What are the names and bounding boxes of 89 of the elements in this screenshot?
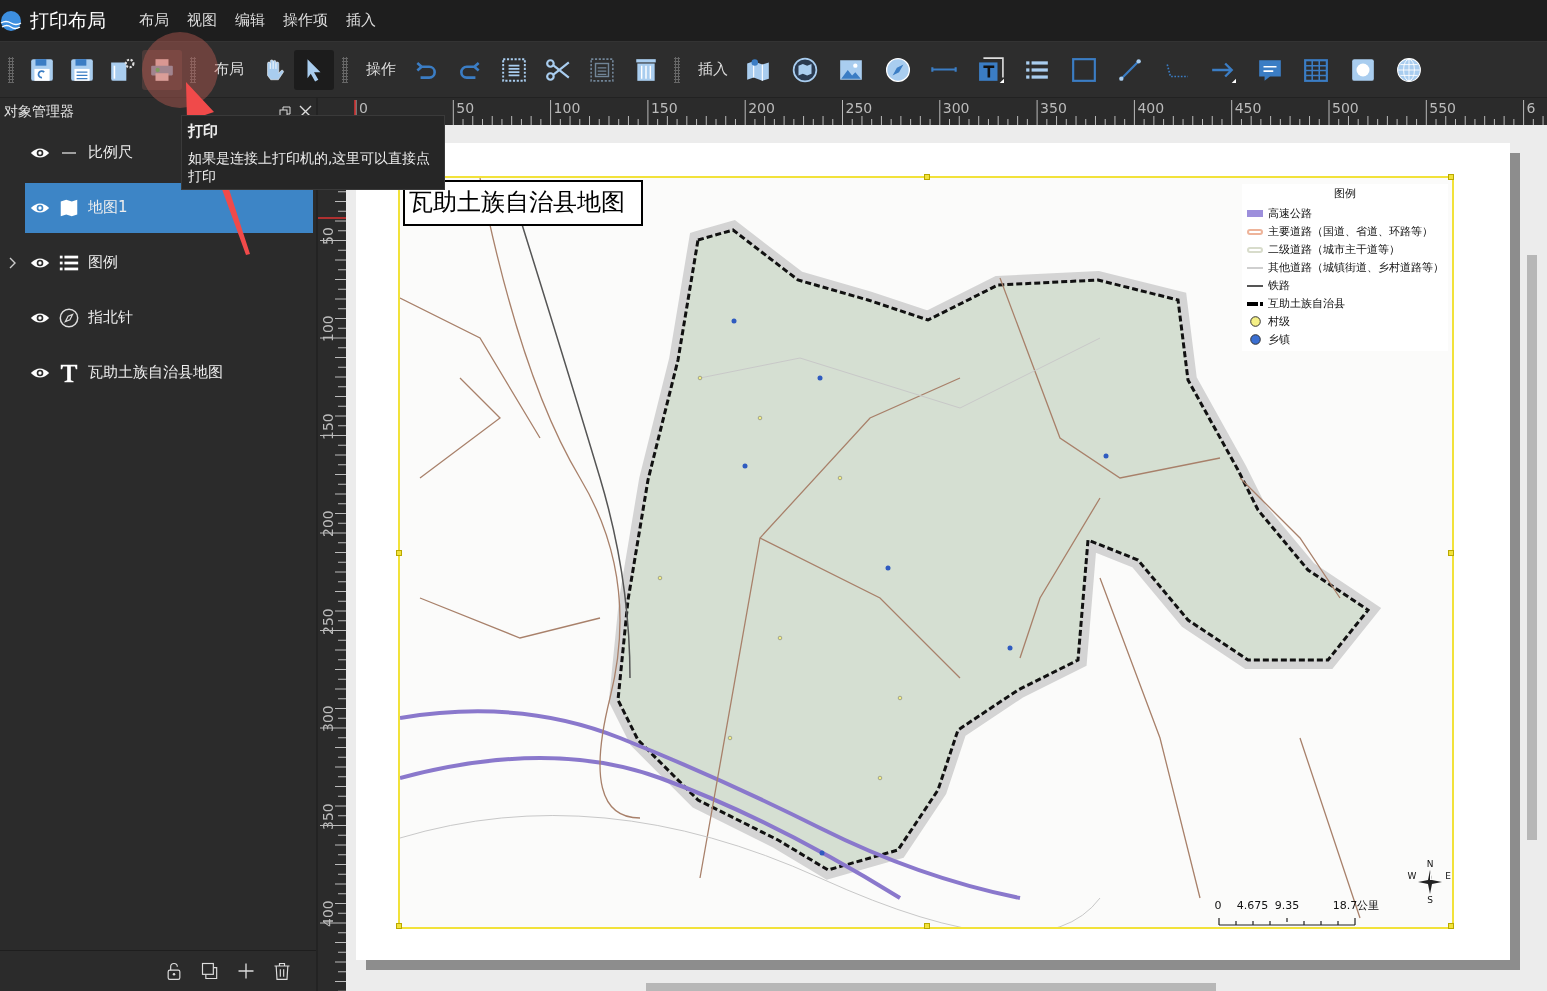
layer-item[interactable]: 指北针	[25, 292, 313, 343]
copy-icon	[589, 56, 615, 83]
select-button[interactable]	[294, 49, 334, 90]
ruler-label: 50	[456, 101, 475, 115]
resize-handle[interactable]	[1448, 923, 1454, 929]
app-title: 打印布局	[30, 8, 106, 34]
ruler-label: 550	[1429, 101, 1457, 115]
line-icon	[1117, 56, 1143, 83]
north-label: N	[1425, 858, 1435, 870]
ruler-label: 6	[1526, 101, 1536, 115]
page-gear-icon	[109, 56, 135, 83]
expand-chevron-icon[interactable]	[8, 256, 17, 269]
east-label: E	[1444, 870, 1452, 883]
menu-item[interactable]: 插入	[337, 9, 385, 32]
ruler-label: 200	[321, 510, 335, 537]
menu-item[interactable]: 视图	[178, 9, 226, 32]
resize-handle[interactable]	[396, 550, 402, 556]
float-panel-icon[interactable]	[279, 105, 291, 118]
ruler-label: 0	[359, 101, 368, 115]
north-arrow-icon	[1418, 870, 1442, 894]
printer-icon	[149, 56, 175, 83]
ruler-label: 300	[942, 101, 970, 115]
tooltip-title: 打印	[188, 121, 219, 142]
close-icon[interactable]	[299, 105, 312, 118]
add-icon[interactable]	[236, 961, 256, 981]
folded-map-icon	[745, 56, 771, 83]
table-icon	[1303, 56, 1329, 83]
legend-title: 图例	[1333, 186, 1357, 201]
resize-handle[interactable]	[1448, 550, 1454, 556]
ruler-label: 150	[650, 101, 678, 115]
layer-item[interactable]: 瓦助土族自治县地图	[25, 347, 313, 398]
map-title: 瓦助土族自治县地图	[403, 180, 643, 226]
ruler-label: 450	[1234, 101, 1262, 115]
legend-label: 村级	[1268, 313, 1290, 329]
ruler-label: 250	[321, 607, 335, 635]
vertical-scrollbar[interactable]	[1527, 255, 1537, 840]
panel-title: 对象管理器	[4, 102, 74, 121]
ruler-label: 100	[321, 315, 335, 342]
scissors-icon	[545, 56, 571, 83]
scale-label: 18.7公里	[1332, 898, 1380, 914]
globe-icon	[1396, 56, 1422, 83]
app-logo-icon	[0, 9, 22, 32]
print-button[interactable]	[142, 49, 182, 90]
toolbar-group-label: 插入	[698, 59, 728, 81]
legend-label: 乡镇	[1268, 331, 1290, 347]
trash-icon[interactable]	[272, 961, 292, 981]
ruler-label: 500	[1332, 101, 1359, 115]
text-box-icon	[977, 56, 1004, 83]
compass-icon	[58, 306, 80, 329]
legend-label: 二级道路（城市主干道等）	[1268, 241, 1400, 257]
map-circle-icon	[791, 56, 818, 83]
resize-handle[interactable]	[396, 923, 402, 929]
ruler-label: 400	[1137, 101, 1165, 115]
ruler-label: 100	[553, 101, 581, 115]
legend-label: 互助土族自治县	[1268, 295, 1345, 311]
menu-item[interactable]: 操作项	[274, 9, 337, 32]
ruler-label: 350	[321, 802, 335, 830]
map-frame[interactable]: 瓦助土族自治县地图 图例 高速公路 主要道路（国道、省道、环路等） 二级道路（城市主干道等） 其他道路（城镇街道、乡村道路等） 铁路 互助土族自治县 村级 乡镇 0 4.675 9.35 18.7公里 N W E S	[398, 176, 1454, 929]
horizontal-scrollbar[interactable]	[646, 983, 1216, 991]
menu-item[interactable]: 布局	[130, 9, 178, 32]
select-all-icon	[501, 56, 527, 83]
resize-handle[interactable]	[924, 923, 930, 929]
ruler-label: 250	[845, 101, 873, 115]
compass-icon	[884, 56, 911, 83]
legend-label: 主要道路（国道、省道、环路等）	[1268, 223, 1433, 239]
scale-bar-icon	[931, 66, 957, 73]
rectangle-icon	[1070, 56, 1097, 83]
trash-icon	[633, 56, 659, 83]
toolbar-group-label: 操作	[366, 59, 396, 81]
layer-item[interactable]: 图例	[25, 237, 313, 288]
ruler-label: 400	[321, 900, 335, 927]
scale-label: 4.675	[1236, 898, 1269, 914]
toolbar-group-label: 布局	[214, 59, 244, 81]
circle-shape-icon	[1349, 56, 1376, 83]
dash-icon	[62, 151, 76, 154]
west-label: W	[1406, 870, 1418, 883]
resize-handle[interactable]	[924, 174, 930, 180]
duplicate-icon[interactable]	[200, 961, 220, 981]
ruler-label: 350	[1040, 101, 1067, 115]
scale-label: 0	[1214, 898, 1222, 914]
ruler-label: 200	[748, 101, 775, 115]
ruler-label: 300	[321, 705, 335, 732]
legend-label: 铁路	[1268, 277, 1290, 293]
legend-label: 其他道路（城镇街道、乡村道路等）	[1268, 259, 1444, 275]
legend-label: 高速公路	[1268, 205, 1312, 221]
menu-item[interactable]: 编辑	[226, 9, 274, 32]
resize-handle[interactable]	[1448, 174, 1454, 180]
south-label: S	[1426, 894, 1434, 906]
scale-label: 9.35	[1274, 898, 1300, 914]
